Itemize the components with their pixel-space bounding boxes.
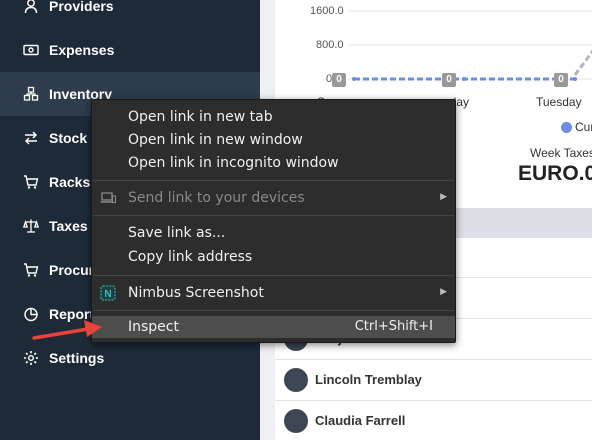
y-tick-label: 1600.0 bbox=[310, 5, 344, 17]
data-point bbox=[352, 77, 356, 81]
menu-item-send-to-devices: Send link to your devices ▶ bbox=[92, 187, 455, 209]
avatar bbox=[284, 368, 308, 392]
menu-item-label: Open link in new window bbox=[128, 132, 303, 148]
menu-separator bbox=[93, 215, 454, 216]
menu-item-label: Inspect bbox=[128, 319, 179, 335]
week-taxes-value: EURO.0 bbox=[518, 162, 592, 185]
series-line-secondary bbox=[573, 49, 592, 76]
sidebar-item-label: Taxes bbox=[49, 218, 88, 234]
list-item-name: Claudia Farrell bbox=[315, 413, 406, 428]
user-icon bbox=[22, 0, 40, 15]
transfer-icon bbox=[22, 129, 40, 147]
sidebar-item-label: Racks bbox=[49, 174, 91, 190]
legend-label: Cur bbox=[575, 120, 592, 134]
nimbus-icon: N bbox=[100, 285, 116, 301]
data-label: 0 bbox=[332, 73, 346, 87]
submenu-arrow-icon: ▶ bbox=[440, 287, 447, 297]
menu-item-label: Open link in new tab bbox=[128, 109, 273, 125]
menu-item-copy-link-address[interactable]: Copy link address bbox=[92, 246, 455, 268]
sidebar-item-providers[interactable]: Providers bbox=[0, 0, 260, 28]
list-item[interactable]: Lincoln Tremblay bbox=[275, 359, 592, 400]
submenu-arrow-icon: ▶ bbox=[440, 192, 447, 202]
menu-separator bbox=[93, 275, 454, 276]
menu-item-save-link-as[interactable]: Save link as... bbox=[92, 222, 455, 244]
sidebar-item-label: Providers bbox=[49, 0, 114, 14]
menu-item-nimbus-screenshot[interactable]: N Nimbus Screenshot ▶ bbox=[92, 282, 455, 304]
svg-text:N: N bbox=[104, 289, 111, 300]
devices-icon bbox=[100, 190, 117, 206]
data-label: 0 bbox=[554, 73, 568, 87]
menu-item-label: Send link to your devices bbox=[128, 190, 305, 206]
menu-item-label: Save link as... bbox=[128, 225, 226, 241]
money-icon bbox=[22, 41, 40, 59]
sidebar-item-expenses[interactable]: Expenses bbox=[0, 28, 260, 72]
menu-item-inspect[interactable]: Inspect Ctrl+Shift+I bbox=[92, 316, 455, 338]
gear-icon bbox=[22, 349, 40, 367]
menu-item-open-new-tab[interactable]: Open link in new tab bbox=[92, 106, 455, 128]
context-menu: Open link in new tab Open link in new wi… bbox=[91, 99, 456, 343]
y-tick-label: 800.0 bbox=[316, 39, 344, 51]
menu-item-label: Copy link address bbox=[128, 249, 253, 265]
annotation-arrow-icon bbox=[32, 320, 102, 340]
list-item-name: Lincoln Tremblay bbox=[315, 372, 422, 387]
sidebar-item-label: Expenses bbox=[49, 42, 115, 58]
week-taxes-label: Week Taxes bbox=[530, 146, 592, 160]
sidebar-item-label: Procur bbox=[49, 262, 95, 278]
x-tick-label: Tuesday bbox=[536, 95, 582, 109]
menu-item-open-new-window[interactable]: Open link in new window bbox=[92, 129, 455, 151]
legend-swatch bbox=[561, 122, 572, 133]
data-point bbox=[573, 77, 577, 81]
menu-separator bbox=[93, 180, 454, 181]
menu-separator bbox=[93, 310, 454, 311]
menu-item-open-incognito[interactable]: Open link in incognito window bbox=[92, 152, 455, 174]
list-item[interactable]: Claudia Farrell bbox=[275, 400, 592, 440]
cart-icon bbox=[22, 261, 40, 279]
inventory-icon bbox=[22, 85, 40, 103]
data-point bbox=[462, 77, 466, 81]
menu-item-shortcut: Ctrl+Shift+I bbox=[354, 319, 433, 334]
avatar bbox=[284, 409, 308, 433]
scale-icon bbox=[22, 217, 40, 235]
sidebar-item-label: Settings bbox=[49, 350, 105, 366]
data-label: 0 bbox=[442, 73, 456, 87]
racks-icon bbox=[22, 173, 40, 191]
menu-item-label: Open link in incognito window bbox=[128, 155, 339, 171]
menu-item-label: Nimbus Screenshot bbox=[128, 285, 264, 301]
